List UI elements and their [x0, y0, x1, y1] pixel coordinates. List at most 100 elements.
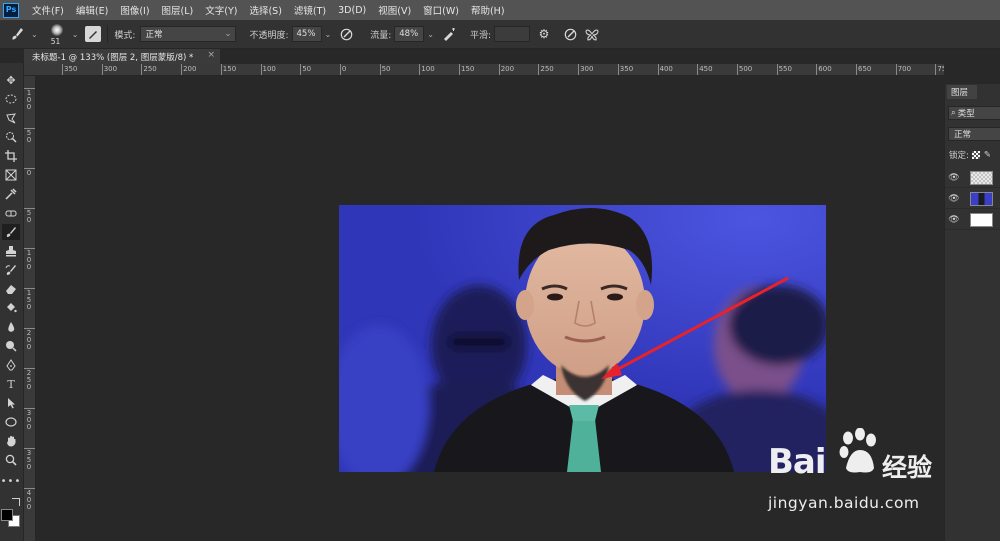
ruler-tick-label: 100 [26, 249, 32, 271]
path-selection-tool-icon[interactable] [2, 395, 20, 411]
layer-row[interactable]: 👁 [945, 168, 1000, 188]
ruler-tick [24, 288, 35, 289]
move-tool-icon[interactable]: ✥ [2, 72, 20, 88]
menu-window[interactable]: 窗口(W) [417, 3, 465, 17]
mode-select[interactable]: 正常 ⌄ [140, 26, 237, 42]
ruler-tick [459, 64, 460, 75]
ruler-tick [617, 64, 619, 75]
menu-select[interactable]: 选择(S) [243, 3, 287, 17]
opacity-slider-dropdown-icon[interactable]: ⌄ [325, 30, 332, 39]
menu-layer[interactable]: 图层(L) [156, 3, 200, 17]
type-tool-icon[interactable]: T [2, 376, 20, 392]
layer-thumbnail-photo [970, 191, 993, 206]
lasso-tool-icon[interactable] [2, 110, 20, 126]
layer-row[interactable]: 👁 [945, 189, 1000, 209]
brush-preset-picker[interactable]: 51 [47, 21, 69, 47]
layers-panel-tab[interactable]: 图层 [947, 85, 977, 99]
smoothing-input[interactable] [494, 26, 530, 42]
close-icon[interactable]: × [207, 50, 215, 60]
ruler-tick-label: 200 [26, 329, 32, 351]
ruler-tick-label: 250 [540, 65, 554, 73]
ruler-tick-label: 600 [818, 65, 832, 73]
clone-stamp-tool-icon[interactable] [2, 243, 20, 259]
menu-edit[interactable]: 编辑(E) [70, 3, 114, 17]
eraser-tool-icon[interactable] [2, 281, 20, 297]
hand-tool-icon[interactable] [2, 433, 20, 449]
mode-value: 正常 [145, 30, 163, 40]
ruler-tick [24, 408, 35, 409]
visibility-eye-icon[interactable]: 👁 [945, 215, 963, 225]
brush-size-value: 51 [50, 37, 61, 46]
ruler-tick-label: 200 [183, 65, 197, 73]
ruler-tick-label: 400 [659, 65, 673, 73]
ruler-tick-label: 700 [897, 65, 912, 73]
layer-filter-value: 类型 [957, 109, 975, 119]
ruler-tick-label: 150 [222, 65, 237, 73]
ruler-tick [856, 64, 857, 75]
ruler-tick-label: 200 [500, 65, 515, 73]
ruler-tick-label: 50 [26, 209, 32, 224]
mode-label: 模式: [114, 30, 136, 41]
lock-transparent-pixels-icon[interactable] [971, 151, 980, 159]
dodge-tool-icon[interactable] [2, 338, 20, 354]
brush-tool-icon[interactable] [2, 224, 20, 240]
blur-tool-icon[interactable] [2, 319, 20, 335]
menu-view[interactable]: 视图(V) [372, 3, 417, 17]
ruler-tick-label: 0 [341, 65, 347, 73]
tool-preset-dropdown-icon[interactable]: ⌄ [31, 30, 38, 39]
foreground-color-swatch[interactable] [1, 509, 13, 521]
visibility-eye-icon[interactable]: 👁 [945, 194, 963, 204]
ruler-tick [24, 448, 35, 449]
zoom-tool-icon[interactable] [2, 452, 20, 468]
menu-bar: Ps 文件(F) 编辑(E) 图像(I) 图层(L) 文字(Y) 选择(S) 滤… [0, 0, 1000, 20]
ruler-tick [816, 64, 818, 75]
brush-tool-preset-icon[interactable] [6, 27, 28, 41]
baidu-paw-icon [839, 428, 876, 473]
frame-tool-icon[interactable] [2, 167, 20, 183]
brush-settings-panel-icon[interactable] [85, 26, 102, 42]
marquee-tool-icon[interactable] [2, 91, 20, 107]
healing-brush-tool-icon[interactable] [2, 205, 20, 221]
canvas-photo[interactable] [339, 205, 826, 472]
paint-bucket-tool-icon[interactable] [2, 300, 20, 316]
ruler-tick [62, 64, 63, 75]
visibility-eye-icon[interactable]: 👁 [945, 173, 963, 183]
layer-row[interactable]: 👁 [945, 210, 1000, 230]
menu-help[interactable]: 帮助(H) [465, 3, 511, 17]
brush-picker-dropdown-icon[interactable]: ⌄ [72, 30, 79, 39]
pressure-size-icon[interactable] [562, 28, 578, 41]
more-tools-icon[interactable]: ••• [1, 473, 21, 489]
quick-selection-tool-icon[interactable] [2, 129, 20, 145]
ruler-tick-label: 750 [937, 65, 944, 73]
airbrush-icon[interactable] [441, 27, 457, 41]
ruler-tick [141, 64, 143, 75]
ruler-tick [24, 488, 35, 489]
document-tab[interactable]: 未标题-1 @ 133% (图层 2, 图层蒙版/8) * × [24, 49, 220, 64]
ruler-tick [300, 64, 302, 75]
ruler-tick-label: 50 [26, 129, 32, 144]
crop-tool-icon[interactable] [2, 148, 20, 164]
menu-file[interactable]: 文件(F) [26, 3, 70, 17]
watermark-url: jingyan.baidu.com [768, 494, 920, 512]
menu-image[interactable]: 图像(I) [114, 3, 155, 17]
options-bar: ⌄ 51 ⌄ 模式: 正常 ⌄ 不透明度: 45% ⌄ 流量: 48% ⌄ 平滑… [0, 20, 1000, 49]
layer-filter-select[interactable]: ⌕ 类型 [948, 106, 1000, 120]
pen-tool-icon[interactable] [2, 357, 20, 373]
ellipse-tool-icon[interactable] [2, 414, 20, 430]
eyedropper-tool-icon[interactable] [2, 186, 20, 202]
symmetry-butterfly-icon[interactable] [584, 28, 600, 41]
lock-image-pixels-icon[interactable]: ✎ [984, 150, 991, 160]
photoshop-logo: Ps [3, 2, 19, 18]
flow-input[interactable]: 48% [394, 26, 425, 42]
ruler-tick [101, 64, 103, 75]
opacity-input[interactable]: 45% [291, 26, 322, 42]
flow-slider-dropdown-icon[interactable]: ⌄ [427, 30, 434, 39]
menu-filter[interactable]: 滤镜(T) [288, 3, 332, 17]
history-brush-tool-icon[interactable] [2, 262, 20, 278]
menu-3d[interactable]: 3D(D) [332, 5, 372, 16]
menu-type[interactable]: 文字(Y) [199, 3, 243, 17]
pressure-opacity-icon[interactable] [338, 28, 354, 41]
layer-blend-mode-select[interactable]: 正常 [948, 127, 1000, 141]
gear-icon[interactable]: ⚙ [536, 27, 552, 41]
swap-colors-icon[interactable] [12, 498, 20, 506]
